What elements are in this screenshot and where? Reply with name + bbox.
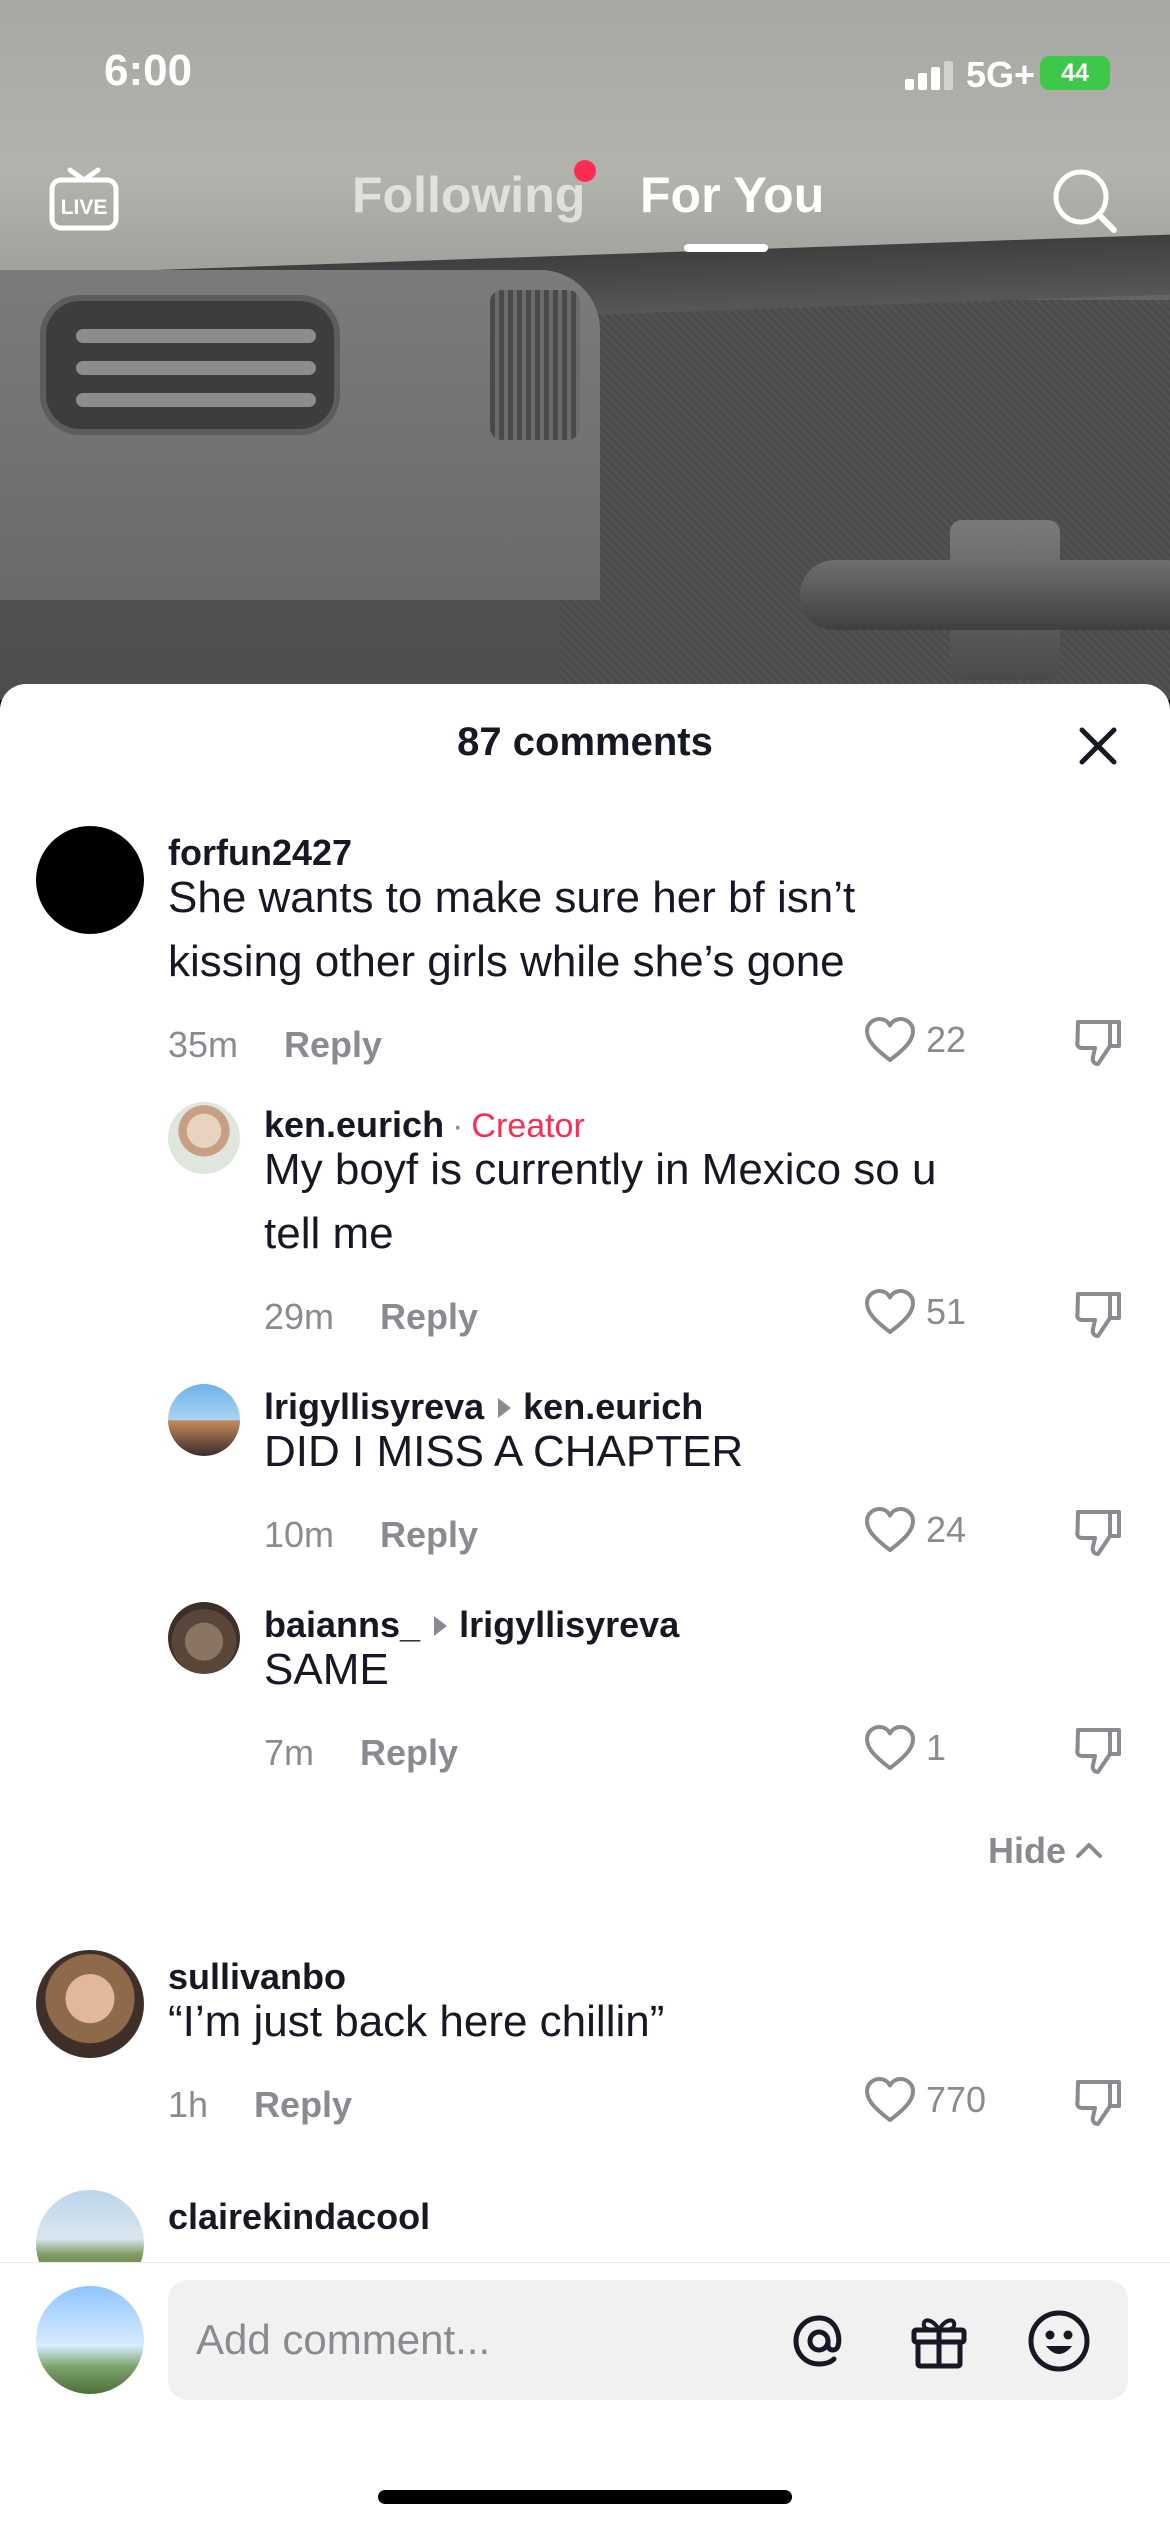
heart-icon [865, 1289, 915, 1334]
video-player[interactable] [0, 0, 1170, 700]
reply-button[interactable]: Reply [360, 1732, 458, 1773]
comment-meta: 7m Reply [264, 1732, 458, 1774]
gift-button[interactable] [904, 2306, 974, 2376]
like-button[interactable]: 1 [864, 1724, 946, 1772]
status-time: 6:00 [104, 46, 193, 95]
network-type: 5G+ [966, 54, 1036, 95]
thumbs-down-icon [1075, 2080, 1121, 2126]
like-button[interactable]: 51 [864, 1288, 966, 1336]
emoji-button[interactable] [1024, 2306, 1094, 2376]
comment-meta: 10m Reply [264, 1514, 478, 1556]
thumbs-down-icon [1075, 1292, 1121, 1338]
battery-icon: 44 [1040, 56, 1110, 90]
search-button[interactable] [1050, 166, 1120, 236]
like-count: 1 [926, 1727, 947, 1768]
reply-to-arrow-icon [498, 1397, 512, 1418]
tab-for-you[interactable]: For You [640, 166, 824, 224]
like-button[interactable]: 770 [864, 2076, 986, 2124]
add-comment-field[interactable]: Add comment... [168, 2280, 1128, 2400]
avatar[interactable] [36, 826, 144, 934]
mention-button[interactable] [784, 2306, 854, 2376]
dislike-button[interactable] [1072, 1506, 1124, 1558]
battery-level: 44 [1061, 59, 1089, 87]
my-avatar[interactable] [36, 2286, 144, 2394]
live-label: LIVE [61, 196, 108, 219]
heart-icon [865, 1507, 915, 1552]
comment-text: “I’m just back here chillin” [168, 1997, 665, 2046]
hide-replies-button[interactable]: Hide [988, 1830, 1106, 1872]
heart-icon [865, 1725, 915, 1770]
reply-button[interactable]: Reply [380, 1296, 478, 1337]
thumbs-down-icon [1075, 1020, 1121, 1066]
avatar[interactable] [168, 1102, 240, 1174]
video-mount-base [800, 560, 1170, 630]
comments-count-title: 87 comments [457, 720, 713, 764]
avatar[interactable] [36, 2190, 144, 2262]
live-button[interactable]: LIVE [46, 160, 122, 236]
hide-label: Hide [988, 1830, 1067, 1871]
thumbs-down-icon [1075, 1510, 1121, 1556]
comment-text: She wants to make sure her bf isn’t kiss… [168, 873, 856, 986]
avatar[interactable] [168, 1602, 240, 1674]
chevron-up-icon [1076, 1843, 1103, 1858]
comments-list[interactable]: forfun2427 She wants to make sure her bf… [0, 814, 1170, 2262]
tab-following[interactable]: Following [352, 166, 585, 224]
like-button[interactable]: 22 [864, 1016, 966, 1064]
dislike-button[interactable] [1072, 1288, 1124, 1340]
comments-sheet: 87 comments forfun2427 She wants to make… [0, 684, 1170, 2532]
reply-button[interactable]: Reply [284, 1024, 382, 1065]
home-indicator[interactable] [378, 2490, 792, 2504]
heart-icon [865, 1017, 915, 1062]
close-icon [1079, 727, 1117, 765]
comment-time: 1h [168, 2084, 209, 2125]
like-count: 22 [926, 1019, 967, 1060]
comment-text: My boyf is currently in Mexico so u tell… [264, 1145, 937, 1258]
comment-text: SAME [264, 1645, 389, 1694]
close-comments-button[interactable] [1076, 724, 1120, 768]
reply-button[interactable]: Reply [254, 2084, 352, 2125]
like-count: 770 [926, 2079, 987, 2120]
reply-button[interactable]: Reply [380, 1514, 478, 1555]
like-count: 51 [926, 1291, 967, 1332]
comment-meta: 1h Reply [168, 2084, 352, 2126]
search-icon [1053, 169, 1117, 233]
comment-text: DID I MISS A CHAPTER [264, 1427, 744, 1476]
comment-time: 29m [264, 1296, 335, 1337]
comment-meta: 29m Reply [264, 1296, 478, 1338]
like-button[interactable]: 24 [864, 1506, 966, 1554]
comment-meta: 35m Reply [168, 1024, 382, 1066]
heart-icon [865, 2077, 915, 2122]
thumbs-down-icon [1075, 1728, 1121, 1774]
emoji-icon [1028, 2310, 1090, 2372]
video-dashboard-fabric [560, 300, 1170, 700]
dislike-button[interactable] [1072, 1016, 1124, 1068]
like-count: 24 [926, 1509, 967, 1550]
comment-username[interactable]: clairekindacool [168, 2196, 430, 2238]
live-tv-icon: LIVE [49, 167, 119, 231]
active-tab-indicator [684, 244, 768, 252]
divider [0, 2262, 1170, 2263]
dislike-button[interactable] [1072, 1724, 1124, 1776]
comment-time: 7m [264, 1732, 315, 1773]
dislike-button[interactable] [1072, 2076, 1124, 2128]
gift-icon [911, 2318, 967, 2369]
video-air-vent [40, 295, 340, 435]
avatar[interactable] [36, 1950, 144, 2058]
comment-time: 35m [168, 1024, 239, 1065]
add-comment-placeholder: Add comment... [196, 2316, 491, 2363]
avatar[interactable] [168, 1384, 240, 1456]
following-notification-dot [574, 160, 596, 182]
at-icon [793, 2315, 842, 2367]
video-speaker-grille [490, 290, 580, 440]
reply-to-arrow-icon [434, 1615, 448, 1636]
signal-strength-icon [905, 60, 955, 90]
comment-time: 10m [264, 1514, 335, 1555]
